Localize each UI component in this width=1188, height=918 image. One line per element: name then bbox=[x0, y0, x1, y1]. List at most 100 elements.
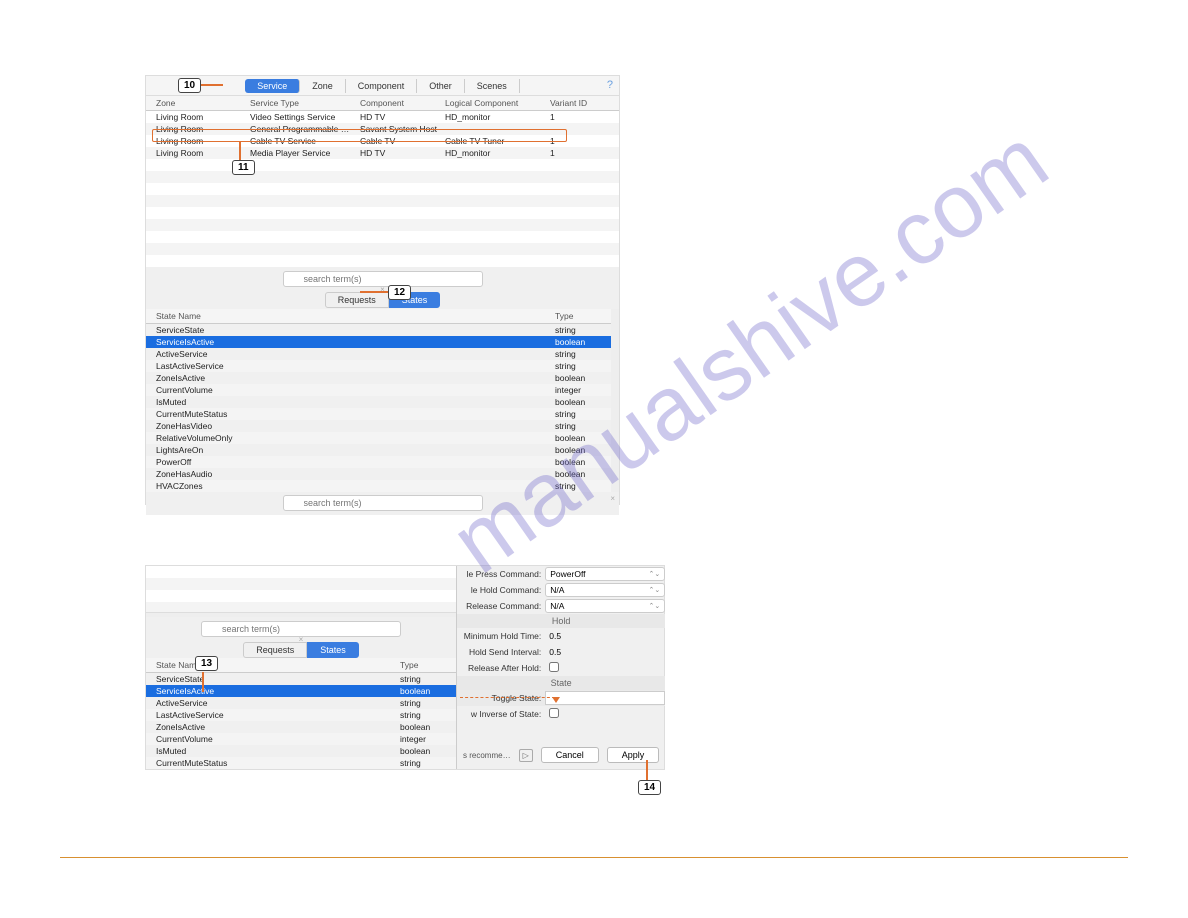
list-item[interactable]: ZoneHasVideostring bbox=[146, 420, 611, 432]
state-section-header: State bbox=[457, 676, 665, 690]
hold-section-header: Hold bbox=[457, 614, 665, 628]
callout-line bbox=[202, 672, 204, 692]
sub-tab-bar: × Requests States bbox=[146, 291, 619, 309]
release-command-label: Release Command: bbox=[457, 601, 545, 611]
callout-12: 12 bbox=[388, 285, 411, 300]
tab-zone[interactable]: Zone bbox=[300, 79, 346, 93]
states2-body: ServiceStatestringServiceIsActiveboolean… bbox=[146, 673, 456, 769]
callout-line bbox=[239, 142, 241, 160]
close-icon[interactable]: × bbox=[299, 635, 304, 644]
tab-component[interactable]: Component bbox=[346, 79, 418, 93]
list-item[interactable]: CurrentVolumeinteger bbox=[146, 384, 611, 396]
list-item[interactable]: ActiveServicestring bbox=[146, 348, 611, 360]
tab-scenes[interactable]: Scenes bbox=[465, 79, 520, 93]
list-item[interactable]: ServiceStatestring bbox=[146, 673, 456, 685]
toggle-state-input[interactable] bbox=[545, 691, 665, 705]
list-item[interactable]: ActiveServicestring bbox=[146, 697, 456, 709]
min-hold-label: Minimum Hold Time: bbox=[457, 631, 545, 641]
col-state-type[interactable]: Type bbox=[396, 658, 456, 672]
search-wrap bbox=[283, 495, 483, 511]
list-item[interactable]: IsMutedboolean bbox=[146, 745, 456, 757]
play-icon[interactable]: ▷ bbox=[519, 749, 533, 762]
help-icon[interactable]: ? bbox=[607, 79, 613, 91]
release-after-checkbox[interactable] bbox=[549, 662, 559, 672]
col-state-type[interactable]: Type bbox=[551, 309, 611, 323]
right-form-column: le Press Command: PowerOff⌃⌄ le Hold Com… bbox=[457, 566, 665, 769]
list-item[interactable]: CurrentMuteStatusstring bbox=[146, 408, 611, 420]
col-zone[interactable]: Zone bbox=[146, 96, 246, 110]
empty-rows bbox=[146, 159, 619, 267]
send-interval-label: Hold Send Interval: bbox=[457, 647, 545, 657]
list-item[interactable]: ServiceIsActiveboolean bbox=[146, 336, 611, 348]
list-item[interactable]: ZoneIsActiveboolean bbox=[146, 721, 456, 733]
list-item[interactable]: ServiceIsActiveboolean bbox=[146, 685, 456, 697]
list-item[interactable]: LastActiveServicestring bbox=[146, 360, 611, 372]
col-variant-id[interactable]: Variant ID bbox=[546, 96, 606, 110]
search-bar-2b bbox=[146, 491, 619, 515]
cancel-button[interactable]: Cancel bbox=[541, 747, 599, 763]
list-item[interactable]: ServiceStatestring bbox=[146, 324, 611, 336]
table-row[interactable]: Living RoomGeneral Programmable Se…Savan… bbox=[146, 123, 619, 135]
hold-command-select[interactable]: N/A⌃⌄ bbox=[545, 583, 665, 597]
col-state-name[interactable]: State Name bbox=[146, 309, 551, 323]
toggle-state-row: Toggle State: bbox=[457, 690, 665, 706]
callout-13: 13 bbox=[195, 656, 218, 671]
arrow-line bbox=[460, 697, 555, 698]
press-command-row: le Press Command: PowerOff⌃⌄ bbox=[457, 566, 665, 582]
subtab-states-2[interactable]: States bbox=[307, 642, 359, 658]
subtab-requests-2[interactable]: Requests bbox=[243, 642, 307, 658]
services-table-header: Zone Service Type Component Logical Comp… bbox=[146, 96, 619, 111]
list-item[interactable]: PowerOffboolean bbox=[146, 456, 611, 468]
table-row[interactable]: Living RoomCable TV ServiceCable TVCable… bbox=[146, 135, 619, 147]
list-item[interactable]: HVACZonesstring bbox=[146, 480, 611, 492]
table-row[interactable]: Living RoomVideo Settings ServiceHD TVHD… bbox=[146, 111, 619, 123]
release-after-check[interactable] bbox=[545, 662, 665, 674]
search-input-2[interactable] bbox=[283, 495, 483, 511]
list-item[interactable]: CurrentMuteStatusstring bbox=[146, 757, 456, 769]
list-item[interactable]: LightsAreOnboolean bbox=[146, 444, 611, 456]
scrollbar[interactable] bbox=[611, 309, 619, 492]
states-table: State Name Type ServiceStatestringServic… bbox=[146, 309, 611, 492]
min-hold-row: Minimum Hold Time: 0.5 bbox=[457, 628, 665, 644]
release-after-row: Release After Hold: bbox=[457, 660, 665, 676]
col-component[interactable]: Component bbox=[356, 96, 441, 110]
subtab-requests[interactable]: Requests bbox=[325, 292, 389, 308]
tab-other[interactable]: Other bbox=[417, 79, 465, 93]
services-table-body: Living RoomVideo Settings ServiceHD TVHD… bbox=[146, 111, 619, 159]
inverse-label: w Inverse of State: bbox=[457, 709, 545, 719]
press-command-select[interactable]: PowerOff⌃⌄ bbox=[545, 567, 665, 581]
list-item[interactable]: RelativeVolumeOnlyboolean bbox=[146, 432, 611, 444]
close-icon[interactable]: × bbox=[380, 285, 385, 294]
callout-11: 11 bbox=[232, 160, 255, 175]
send-interval-value: 0.5 bbox=[545, 647, 665, 657]
list-item[interactable]: ZoneHasAudioboolean bbox=[146, 468, 611, 480]
bottom-panel: × Requests States State Name Type Servic… bbox=[145, 565, 665, 770]
hold-command-row: le Hold Command: N/A⌃⌄ bbox=[457, 582, 665, 598]
col-service-type[interactable]: Service Type bbox=[246, 96, 356, 110]
list-item[interactable]: CurrentVolumeinteger bbox=[146, 733, 456, 745]
callout-line bbox=[646, 760, 648, 780]
hold-command-label: le Hold Command: bbox=[457, 585, 545, 595]
close-icon[interactable]: × bbox=[610, 494, 615, 503]
list-item[interactable]: ZoneIsActiveboolean bbox=[146, 372, 611, 384]
apply-button[interactable]: Apply bbox=[607, 747, 660, 763]
col-state-name[interactable]: State Name bbox=[146, 658, 396, 672]
release-command-select[interactable]: N/A⌃⌄ bbox=[545, 599, 665, 613]
list-item[interactable]: LastActiveServicestring bbox=[146, 709, 456, 721]
col-logical-component[interactable]: Logical Component bbox=[441, 96, 546, 110]
inverse-row: w Inverse of State: bbox=[457, 706, 665, 722]
left-column: × Requests States State Name Type Servic… bbox=[146, 566, 457, 769]
footer-divider bbox=[60, 857, 1128, 858]
release-command-row: Release Command: N/A⌃⌄ bbox=[457, 598, 665, 614]
send-interval-row: Hold Send Interval: 0.5 bbox=[457, 644, 665, 660]
services-panel: Service Zone Component Other Scenes ? Zo… bbox=[145, 75, 620, 505]
inverse-checkbox[interactable] bbox=[549, 708, 559, 718]
inverse-check[interactable] bbox=[545, 708, 665, 720]
release-after-label: Release After Hold: bbox=[457, 663, 545, 673]
toggle-state-label: Toggle State: bbox=[457, 693, 545, 703]
sub-tab-bar-2: × Requests States bbox=[146, 641, 456, 658]
tab-service[interactable]: Service bbox=[245, 79, 300, 93]
button-row: s recomme… ▷ Cancel Apply bbox=[457, 741, 665, 769]
table-row[interactable]: Living RoomMedia Player ServiceHD TVHD_m… bbox=[146, 147, 619, 159]
list-item[interactable]: IsMutedboolean bbox=[146, 396, 611, 408]
